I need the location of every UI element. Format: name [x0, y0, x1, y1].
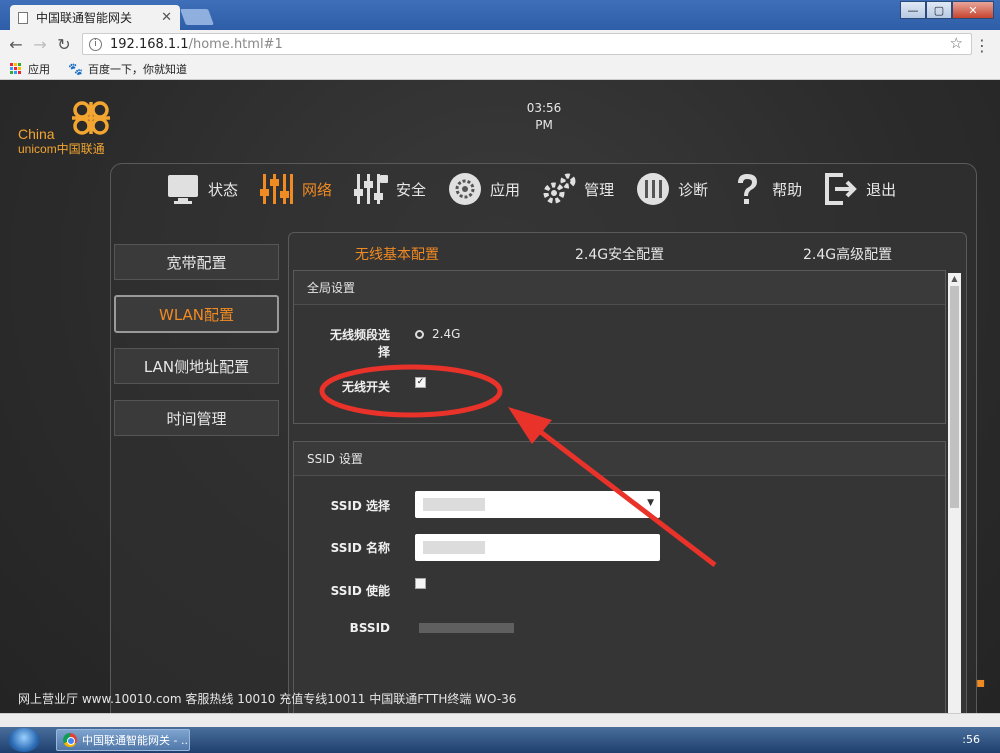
ssid-select[interactable]: ▼ — [415, 491, 660, 518]
nav-network[interactable]: 网络 — [258, 169, 332, 209]
nav-security[interactable]: 安全 — [352, 169, 426, 209]
info-icon[interactable]: i — [89, 37, 102, 51]
window-controls: — ▢ ✕ — [900, 1, 994, 19]
wireless-switch-checkbox[interactable]: ✓ — [415, 377, 426, 388]
band-radio[interactable] — [415, 330, 424, 339]
bookmarks-bar: 应用 🐾 百度一下，你就知道 — [0, 58, 1000, 80]
ssid-enable-checkbox[interactable] — [415, 578, 426, 589]
ssid-select-value — [423, 498, 485, 511]
band-value: 2.4G — [432, 327, 461, 341]
gears-icon — [540, 170, 578, 208]
nav-manage[interactable]: 管理 — [540, 169, 614, 209]
forward-arrow-icon[interactable]: → — [28, 35, 52, 54]
bookmark-baidu[interactable]: 百度一下，你就知道 — [88, 61, 187, 77]
baidu-paw-icon: 🐾 — [68, 61, 83, 76]
nav-logout[interactable]: 退出 — [822, 169, 896, 209]
tab-2g-advanced[interactable]: 2.4G高级配置 — [803, 244, 892, 264]
browser-tabstrip: 中国联通智能网关 ✕ — ▢ ✕ — [0, 0, 1000, 30]
ssid-name-input[interactable] — [415, 534, 660, 561]
browser-tab[interactable]: 中国联通智能网关 ✕ — [10, 5, 180, 30]
sidebar-item-lan[interactable]: LAN侧地址配置 — [114, 348, 279, 384]
wireless-switch-label: 无线开关 — [341, 380, 390, 394]
apps-grid-icon — [10, 62, 22, 75]
close-window-button[interactable]: ✕ — [952, 1, 994, 19]
sidebar-item-time[interactable]: 时间管理 — [114, 400, 279, 436]
wrench-icon — [634, 170, 672, 208]
main-frame: 状态 网络 安全 应用 管理 诊断 帮助 退出 宽带配置 WLAN配置 LAN侧… — [110, 163, 977, 748]
logo-unicom-text: unicom中国联通 — [18, 142, 105, 156]
unicom-knot-icon — [72, 101, 110, 135]
gear-icon — [446, 170, 484, 208]
tab-2g-security[interactable]: 2.4G安全配置 — [575, 244, 664, 264]
ssid-enable-label: SSID 使能 — [330, 584, 390, 598]
browser-menu-icon[interactable]: ⋮ — [974, 36, 990, 55]
taskbar-item-chrome[interactable]: 中国联通智能网关 - ... — [56, 729, 190, 751]
exit-icon — [822, 170, 860, 208]
security-sliders-icon — [352, 170, 390, 208]
sliders-icon — [258, 170, 296, 208]
china-unicom-logo: China unicom中国联通 — [16, 98, 126, 158]
sidebar-item-broadband[interactable]: 宽带配置 — [114, 244, 279, 280]
scroll-thumb[interactable] — [950, 286, 959, 508]
tray-clock: :56 — [962, 733, 980, 746]
ssid-name-label: SSID 名称 — [330, 541, 390, 555]
page-icon — [18, 11, 28, 24]
nav-help[interactable]: 帮助 — [728, 169, 802, 209]
tab-close-icon[interactable]: ✕ — [161, 10, 172, 25]
new-tab-button[interactable] — [180, 9, 214, 25]
horizontal-scrollbar[interactable] — [0, 713, 1000, 727]
minimize-button[interactable]: — — [900, 1, 926, 19]
footer-text: 网上营业厅 www.10010.com 客服热线 10010 充值专线10011… — [18, 692, 517, 706]
bookmark-star-icon[interactable]: ☆ — [950, 34, 963, 52]
band-option[interactable]: 2.4G — [415, 327, 460, 341]
tab-title: 中国联通智能网关 — [36, 11, 133, 25]
content-panel: 无线基本配置 2.4G安全配置 2.4G高级配置 全局设置 无线频段选择 2.4… — [288, 232, 967, 740]
corner-icon: ▪ — [976, 675, 986, 691]
clock: 03:56 PM — [510, 100, 578, 134]
router-page: China unicom中国联通 03:56 PM 状态 网络 安全 应用 管理… — [0, 80, 1000, 748]
clock-time: 03:56 — [526, 101, 562, 115]
panel-title: 全局设置 — [294, 271, 945, 305]
url-host: 192.168.1.1 — [110, 36, 189, 52]
start-button[interactable] — [8, 728, 40, 752]
bssid-label: BSSID — [349, 621, 390, 635]
band-label: 无线频段选择 — [329, 328, 390, 359]
browser-toolbar: ← → ↻ i 192.168.1.1 /home.html#1 ☆ — [0, 30, 1000, 58]
address-bar[interactable]: i 192.168.1.1 /home.html#1 ☆ — [82, 33, 972, 55]
nav-apps[interactable]: 应用 — [446, 169, 520, 209]
panel-title: SSID 设置 — [294, 442, 945, 476]
top-nav: 状态 网络 安全 应用 管理 诊断 帮助 退出 — [111, 164, 976, 214]
global-settings-panel: 全局设置 无线频段选择 2.4G 无线开关 ✓ — [293, 270, 946, 424]
clock-ampm: PM — [535, 118, 553, 132]
nav-status[interactable]: 状态 — [164, 169, 238, 209]
question-icon — [728, 170, 766, 208]
sidebar-item-wlan[interactable]: WLAN配置 — [114, 295, 279, 333]
subtabs: 无线基本配置 2.4G安全配置 2.4G高级配置 — [289, 233, 966, 269]
bssid-value — [419, 623, 514, 633]
chrome-icon — [63, 733, 77, 747]
ssid-name-value — [423, 541, 485, 554]
bookmark-apps[interactable]: 应用 — [28, 61, 50, 77]
url-path: /home.html#1 — [188, 36, 283, 52]
windows-taskbar: 中国联通智能网关 - ... :56 — [0, 727, 1000, 753]
nav-diagnose[interactable]: 诊断 — [634, 169, 708, 209]
content-scrollbar[interactable]: ▲ ▼ — [948, 273, 961, 739]
chevron-down-icon: ▼ — [647, 498, 654, 508]
monitor-icon — [164, 170, 202, 208]
reload-icon[interactable]: ↻ — [52, 35, 76, 54]
maximize-button[interactable]: ▢ — [926, 1, 952, 19]
scroll-up-icon[interactable]: ▲ — [948, 273, 961, 285]
tab-wireless-basic[interactable]: 无线基本配置 — [355, 244, 439, 264]
ssid-select-label: SSID 选择 — [330, 499, 390, 513]
back-arrow-icon[interactable]: ← — [4, 35, 28, 54]
